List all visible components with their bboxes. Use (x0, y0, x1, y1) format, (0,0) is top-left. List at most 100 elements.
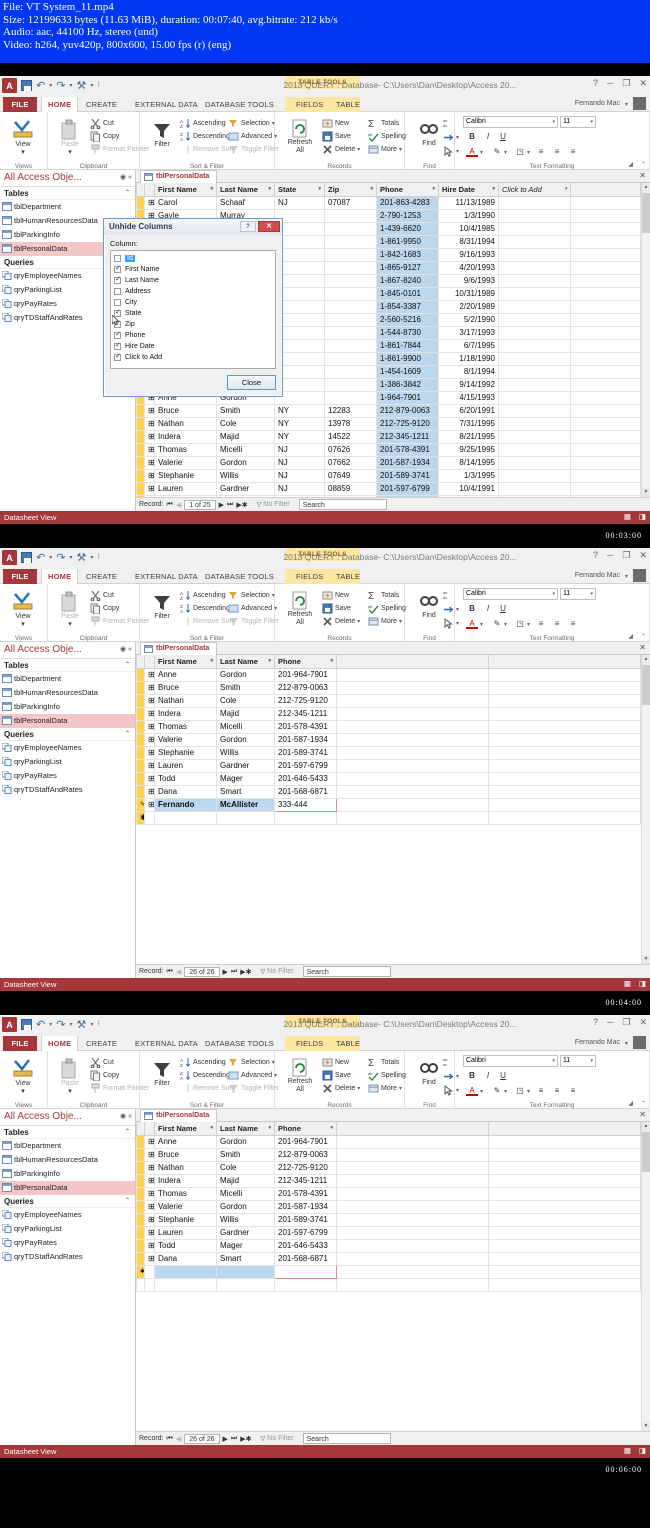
cell-last-name[interactable]: Gordon (216, 733, 275, 747)
italic-button[interactable]: I (482, 1070, 494, 1081)
new-record-row[interactable]: ✱ (136, 811, 641, 825)
datasheet-view-icon[interactable]: ▦ (624, 512, 631, 521)
scissors-button[interactable]: Cut (90, 118, 114, 130)
cell-hire-date[interactable]: 9/16/1993 (438, 248, 499, 262)
cell-phone[interactable]: 212-879-0063 (376, 404, 439, 418)
cell-first-name[interactable]: Bruce (154, 1148, 217, 1162)
table-row[interactable]: ⊞ Indera Majid NY 14522 212-345-1211 8/21/1995 (136, 430, 641, 444)
tab-table[interactable]: TABLE (330, 97, 366, 112)
row-indicator[interactable] (136, 1174, 145, 1188)
cell-hire-date[interactable]: 8/1/1994 (438, 365, 499, 379)
cell-click-to-add[interactable] (498, 430, 571, 444)
advanced-dropdown-icon[interactable]: ▾ (274, 1072, 277, 1079)
row-indicator[interactable] (136, 469, 145, 483)
expand-row-icon[interactable]: ⊞ (144, 1174, 155, 1188)
highlight-dropdown-icon[interactable]: ▾ (504, 621, 507, 628)
cell-hire-date[interactable]: 2/20/1989 (438, 300, 499, 314)
row-indicator[interactable] (136, 456, 145, 470)
tab-create[interactable]: CREATE (80, 97, 123, 112)
cell-click-to-add[interactable] (498, 404, 571, 418)
cell-state[interactable]: NY (274, 404, 325, 418)
paste-dropdown-icon[interactable]: ▾ (53, 621, 87, 629)
advanced-dropdown-icon[interactable]: ▾ (274, 133, 277, 140)
cell-click-to-add[interactable] (498, 443, 571, 457)
record-position[interactable]: 26 of 26 (184, 966, 220, 977)
cell-first-name[interactable]: Fernando (154, 798, 217, 812)
advanced-button[interactable]: Advanced ▾ (228, 603, 277, 614)
cell-first-name[interactable]: Anne (154, 1135, 217, 1149)
column-sort-arrow-icon[interactable]: ▾ (268, 186, 271, 192)
tab-file[interactable]: FILE (3, 1036, 37, 1051)
select-button[interactable]: ▾ (443, 617, 459, 629)
column-list-item-city[interactable]: City (114, 297, 272, 308)
nav-item-qryEmployeeNames[interactable]: qryEmployeeNames (0, 741, 135, 755)
font-color-dropdown-icon[interactable]: ▾ (480, 621, 483, 628)
row-indicator[interactable] (136, 733, 145, 747)
expand-row-icon[interactable]: ⊞ (144, 443, 155, 457)
checkbox-click-to-add[interactable] (114, 352, 121, 361)
cell-hire-date[interactable]: 10/4/1991 (438, 482, 499, 496)
font-size-arrow-icon[interactable]: ▾ (590, 1058, 593, 1064)
cell-zip[interactable] (324, 339, 377, 353)
column-sort-arrow-icon[interactable]: ▾ (330, 658, 333, 664)
cell-hire-date[interactable]: 9/25/1995 (438, 443, 499, 457)
cell-new-phone[interactable] (274, 811, 337, 825)
table-row[interactable]: ⊞ Bruce Smith 212-879-0063 (136, 681, 641, 695)
cell-first-name[interactable]: Valerie (154, 1200, 217, 1214)
nav-group-queries[interactable]: Queries⌃ (0, 728, 135, 741)
cell-first-name[interactable]: Nathan (154, 1161, 217, 1175)
row-indicator[interactable] (136, 1187, 145, 1201)
cell-click-to-add[interactable] (498, 378, 571, 392)
goto-button[interactable]: ▾ (443, 604, 459, 615)
scroll-thumb[interactable] (642, 665, 650, 705)
column-list-item-address[interactable]: Address (114, 286, 272, 297)
scroll-thumb[interactable] (642, 193, 650, 233)
nav-item-tblParkingInfo[interactable]: tblParkingInfo (0, 700, 135, 714)
cell-phone[interactable]: 201-589-3741 (376, 469, 439, 483)
checkbox-first-name[interactable] (114, 264, 121, 273)
row-indicator[interactable] (136, 1252, 145, 1266)
nav-item-qryPayRates[interactable]: qryPayRates (0, 769, 135, 783)
column-sort-arrow-icon[interactable]: ▾ (370, 186, 373, 192)
cell-phone[interactable]: 201-589-3741 (274, 746, 337, 760)
cell-last-name[interactable]: Smart (216, 1252, 275, 1266)
row-indicator[interactable] (136, 759, 145, 773)
filter-status[interactable]: ∇ No Filter (257, 501, 290, 509)
cell-first-name[interactable]: Carol (154, 196, 217, 210)
delete-dropdown-icon[interactable]: ▾ (357, 618, 360, 625)
table-row[interactable]: ⊞ Thomas Micelli 201-578-4391 (136, 720, 641, 734)
align-right-button[interactable]: ≡ (567, 146, 579, 157)
delete-record-button[interactable]: Delete ▾ (322, 1083, 360, 1094)
delete-dropdown-icon[interactable]: ▾ (357, 146, 360, 153)
cell-first-name[interactable]: Indera (154, 430, 217, 444)
font-size-combobox[interactable]: 11 ▾ (560, 588, 596, 600)
cell-last-name[interactable]: Gordon (216, 1135, 275, 1149)
cell-last-name[interactable]: Majid (216, 707, 275, 721)
expand-row-icon[interactable]: ⊞ (144, 404, 155, 418)
tab-create[interactable]: CREATE (80, 1036, 123, 1051)
cell-last-name[interactable]: Smith (216, 681, 275, 695)
nav-item-qryPayRates[interactable]: qryPayRates (0, 1236, 135, 1250)
bold-button[interactable]: B (466, 131, 478, 142)
cell-click-to-add[interactable] (498, 248, 571, 262)
cell-last-name[interactable]: Gordon (216, 456, 275, 470)
cell-new-last[interactable] (216, 1265, 275, 1279)
cell-hire-date[interactable]: 7/31/1995 (438, 417, 499, 431)
view-button[interactable]: View ▾ (6, 1056, 40, 1096)
font-size-combobox[interactable]: 11 ▾ (560, 1055, 596, 1067)
cell-last-name[interactable]: Cole (216, 417, 275, 431)
cell-hire-date[interactable]: 1/3/1995 (438, 469, 499, 483)
nav-group-tables[interactable]: Tables ⌃ (0, 187, 135, 200)
align-left-button[interactable]: ≡ (535, 1085, 547, 1096)
table-row[interactable]: ⊞ Indera Majid 212-345-1211 (136, 1174, 641, 1188)
view-dropdown-icon[interactable]: ▾ (6, 621, 40, 629)
row-indicator[interactable] (136, 668, 145, 682)
row-indicator[interactable] (136, 417, 145, 431)
cell-zip[interactable] (324, 209, 377, 223)
search-input[interactable]: Search (298, 499, 387, 510)
cell-click-to-add[interactable] (498, 456, 571, 470)
expand-row-icon[interactable]: ⊞ (144, 733, 155, 747)
cell-first-name[interactable]: Valerie (154, 456, 217, 470)
search-input[interactable]: Search (302, 966, 391, 977)
column-sort-arrow-icon[interactable]: ▾ (210, 1125, 213, 1131)
